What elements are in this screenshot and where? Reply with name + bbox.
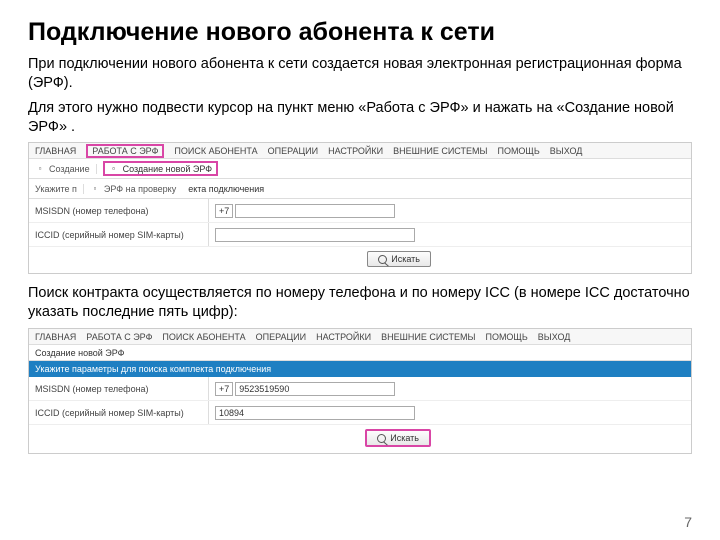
msisdn-input[interactable]: [235, 204, 395, 218]
menu-operations[interactable]: ОПЕРАЦИИ: [268, 146, 318, 156]
search-button[interactable]: Искать: [367, 251, 431, 267]
menu-work-erf[interactable]: РАБОТА С ЭРФ: [86, 144, 164, 158]
menu-search-sub[interactable]: ПОИСК АБОНЕНТА: [174, 146, 257, 156]
menu-help[interactable]: ПОМОЩЬ: [485, 332, 527, 342]
menu-exit[interactable]: ВЫХОД: [550, 146, 583, 156]
intro-3: Поиск контракта осуществляется по номеру…: [28, 284, 692, 322]
label-iccid: ICCID (серийный номер SIM-карты): [29, 223, 209, 246]
menu-work-erf[interactable]: РАБОТА С ЭРФ: [86, 332, 152, 342]
menu-operations[interactable]: ОПЕРАЦИИ: [256, 332, 306, 342]
hint-rest: екта подключения: [188, 184, 264, 194]
intro-1: При подключении нового абонента к сети с…: [28, 55, 692, 93]
menubar-2: ГЛАВНАЯ РАБОТА С ЭРФ ПОИСК АБОНЕНТА ОПЕР…: [29, 329, 691, 345]
search-icon: [377, 434, 386, 443]
label-iccid-2: ICCID (серийный номер SIM-карты): [29, 401, 209, 424]
menu-home[interactable]: ГЛАВНАЯ: [35, 146, 76, 156]
msisdn-prefix-2: +7: [215, 382, 233, 396]
dropdown-create-erf[interactable]: ▫ Создание новой ЭРФ: [103, 161, 219, 176]
menu-exit[interactable]: ВЫХОД: [538, 332, 571, 342]
doc-icon: ▫: [35, 164, 45, 174]
label-msisdn-2: MSISDN (номер телефона): [29, 377, 209, 400]
tab-create[interactable]: ▫ Создание: [35, 164, 97, 174]
doc-plus-icon: ▫: [109, 164, 119, 174]
doc-check-icon: ▫: [90, 184, 100, 194]
hint-text: Укажите п: [35, 184, 77, 194]
instruction-bar: Укажите параметры для поиска комплекта п…: [29, 361, 691, 377]
msisdn-prefix: +7: [215, 204, 233, 218]
menu-settings[interactable]: НАСТРОЙКИ: [328, 146, 383, 156]
menu-help[interactable]: ПОМОЩЬ: [497, 146, 539, 156]
menu-search-sub[interactable]: ПОИСК АБОНЕНТА: [162, 332, 245, 342]
dropdown-erf-check[interactable]: ▫ ЭРФ на проверку: [90, 184, 182, 194]
label-msisdn: MSISDN (номер телефона): [29, 199, 209, 222]
iccid-input-2[interactable]: 10894: [215, 406, 415, 420]
iccid-input[interactable]: [215, 228, 415, 242]
msisdn-input-2[interactable]: 9523519590: [235, 382, 395, 396]
screenshot-2: ГЛАВНАЯ РАБОТА С ЭРФ ПОИСК АБОНЕНТА ОПЕР…: [28, 328, 692, 454]
menu-home[interactable]: ГЛАВНАЯ: [35, 332, 76, 342]
section-header: Создание новой ЭРФ: [35, 348, 125, 358]
menu-external[interactable]: ВНЕШНИЕ СИСТЕМЫ: [393, 146, 487, 156]
menu-external[interactable]: ВНЕШНИЕ СИСТЕМЫ: [381, 332, 475, 342]
page-number: 7: [684, 514, 692, 530]
search-icon: [378, 255, 387, 264]
page-title: Подключение нового абонента к сети: [28, 18, 692, 47]
menubar: ГЛАВНАЯ РАБОТА С ЭРФ ПОИСК АБОНЕНТА ОПЕР…: [29, 143, 691, 159]
search-button-2[interactable]: Искать: [365, 429, 431, 447]
hint-label: Укажите п: [35, 184, 84, 194]
menu-settings[interactable]: НАСТРОЙКИ: [316, 332, 371, 342]
screenshot-1: ГЛАВНАЯ РАБОТА С ЭРФ ПОИСК АБОНЕНТА ОПЕР…: [28, 142, 692, 274]
intro-2: Для этого нужно подвести курсор на пункт…: [28, 99, 692, 137]
